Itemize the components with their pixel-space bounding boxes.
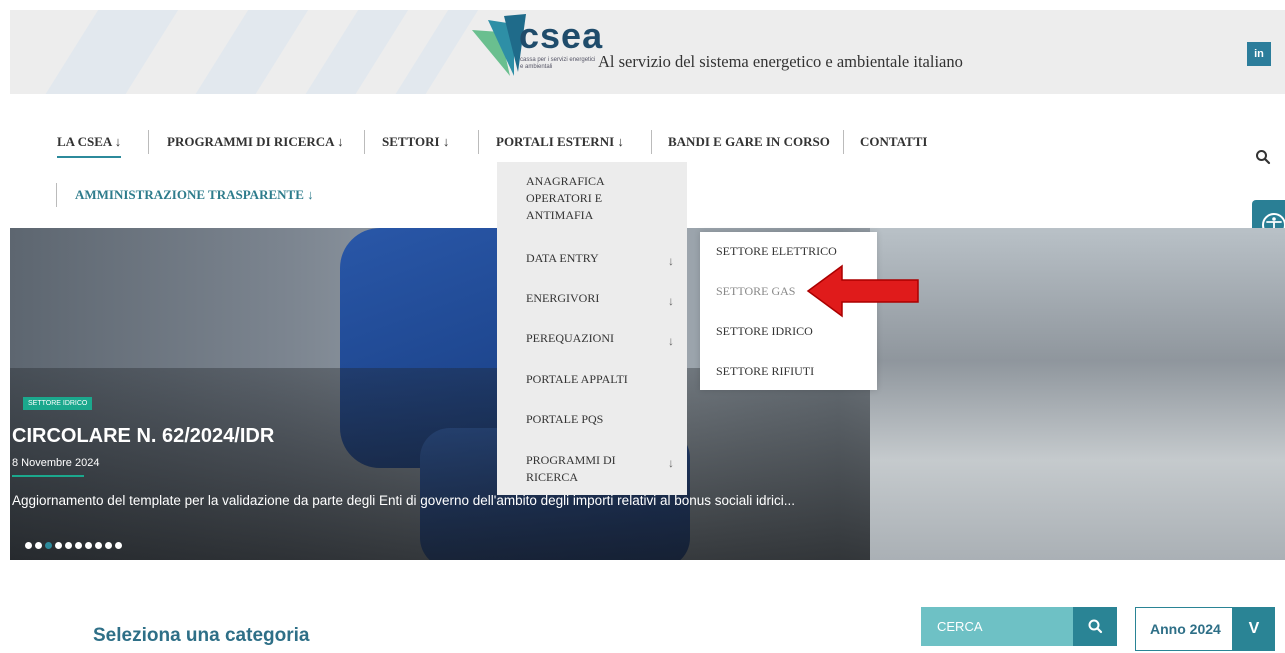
submenu-arrow-icon: ↓ — [668, 294, 674, 308]
category-heading: Seleziona una categoria — [93, 625, 310, 646]
search-input[interactable]: CERCA — [921, 607, 1073, 646]
hero-divider — [12, 475, 84, 477]
slider-dot[interactable] — [85, 542, 92, 549]
portali-esterni-dropdown: ANAGRAFICA OPERATORI E ANTIMAFIA DATA EN… — [497, 162, 687, 495]
slider-dot[interactable] — [65, 542, 72, 549]
menu-item-settore-elettrico[interactable]: SETTORE ELETTRICO — [716, 244, 837, 259]
menu-item-portale-appalti[interactable]: PORTALE APPALTI — [526, 371, 628, 388]
submenu-arrow-icon: ↓ — [668, 456, 674, 470]
nav-settori[interactable]: SETTORI ↓ — [382, 134, 449, 150]
category-badge[interactable]: SETTORE IDRICO — [23, 397, 93, 410]
slider-dot[interactable] — [25, 542, 32, 549]
search-button[interactable] — [1073, 607, 1117, 646]
nav-separator — [56, 183, 57, 207]
red-arrow-icon — [806, 264, 919, 318]
menu-item-anagrafica[interactable]: ANAGRAFICA OPERATORI E ANTIMAFIA — [526, 173, 646, 224]
hero-description: Aggiornamento del template per la valida… — [12, 493, 796, 508]
banner-stripe — [295, 10, 415, 94]
slider-dot[interactable] — [75, 542, 82, 549]
hero-date: 8 Novembre 2024 — [12, 457, 100, 469]
nav-bandi-gare[interactable]: BANDI E GARE IN CORSO — [668, 134, 830, 150]
year-select[interactable]: Anno 2024 — [1135, 607, 1233, 651]
hero-title[interactable]: CIRCOLARE N. 62/2024/IDR — [12, 425, 274, 448]
slider-dots — [25, 536, 125, 554]
nav-contatti[interactable]: CONTATTI — [860, 134, 927, 150]
slider-dot[interactable] — [105, 542, 112, 549]
nav-separator — [148, 130, 149, 154]
menu-item-portale-pqs[interactable]: PORTALE PQS — [526, 411, 603, 428]
nav-separator — [843, 130, 844, 154]
slider-dot[interactable] — [95, 542, 102, 549]
linkedin-icon[interactable]: in — [1247, 42, 1271, 66]
nav-amministrazione-trasparente[interactable]: AMMINISTRAZIONE TRASPARENTE ↓ — [75, 187, 314, 203]
menu-item-programmi-ricerca[interactable]: PROGRAMMI DI RICERCA — [526, 452, 636, 486]
slider-dot[interactable] — [35, 542, 42, 549]
menu-item-perequazioni[interactable]: PEREQUAZIONI — [526, 330, 614, 347]
site-tagline: Al servizio del sistema energetico e amb… — [598, 52, 963, 71]
banner-stripe — [185, 10, 315, 94]
nav-la-csea[interactable]: LA CSEA ↓ — [57, 134, 122, 158]
menu-item-data-entry[interactable]: DATA ENTRY — [526, 250, 599, 267]
search-icon — [1088, 619, 1103, 634]
nav-separator — [478, 130, 479, 154]
nav-portali-esterni[interactable]: PORTALI ESTERNI ↓ — [496, 134, 624, 150]
nav-separator — [651, 130, 652, 154]
year-dropdown-button[interactable]: V — [1233, 607, 1275, 651]
slider-dot[interactable] — [115, 542, 122, 549]
menu-item-energivori[interactable]: ENERGIVORI — [526, 290, 599, 307]
slider-dot-active[interactable] — [45, 542, 52, 549]
hero-overlay — [10, 368, 870, 560]
slider-dot[interactable] — [55, 542, 62, 549]
nav-separator — [364, 130, 365, 154]
menu-item-settore-rifiuti[interactable]: SETTORE RIFIUTI — [716, 364, 814, 379]
banner-stripe — [35, 10, 185, 94]
submenu-arrow-icon: ↓ — [668, 254, 674, 268]
logo-subtitle: cassa per i servizi energetici e ambient… — [520, 57, 596, 70]
menu-item-settore-idrico[interactable]: SETTORE IDRICO — [716, 324, 813, 339]
submenu-arrow-icon: ↓ — [668, 334, 674, 348]
hero-image-shape — [870, 228, 1285, 560]
search-icon[interactable] — [1255, 149, 1271, 165]
menu-item-settore-gas[interactable]: SETTORE GAS — [716, 284, 795, 299]
logo-wordmark: csea — [519, 15, 604, 56]
nav-programmi-ricerca[interactable]: PROGRAMMI DI RICERCA ↓ — [167, 134, 344, 150]
